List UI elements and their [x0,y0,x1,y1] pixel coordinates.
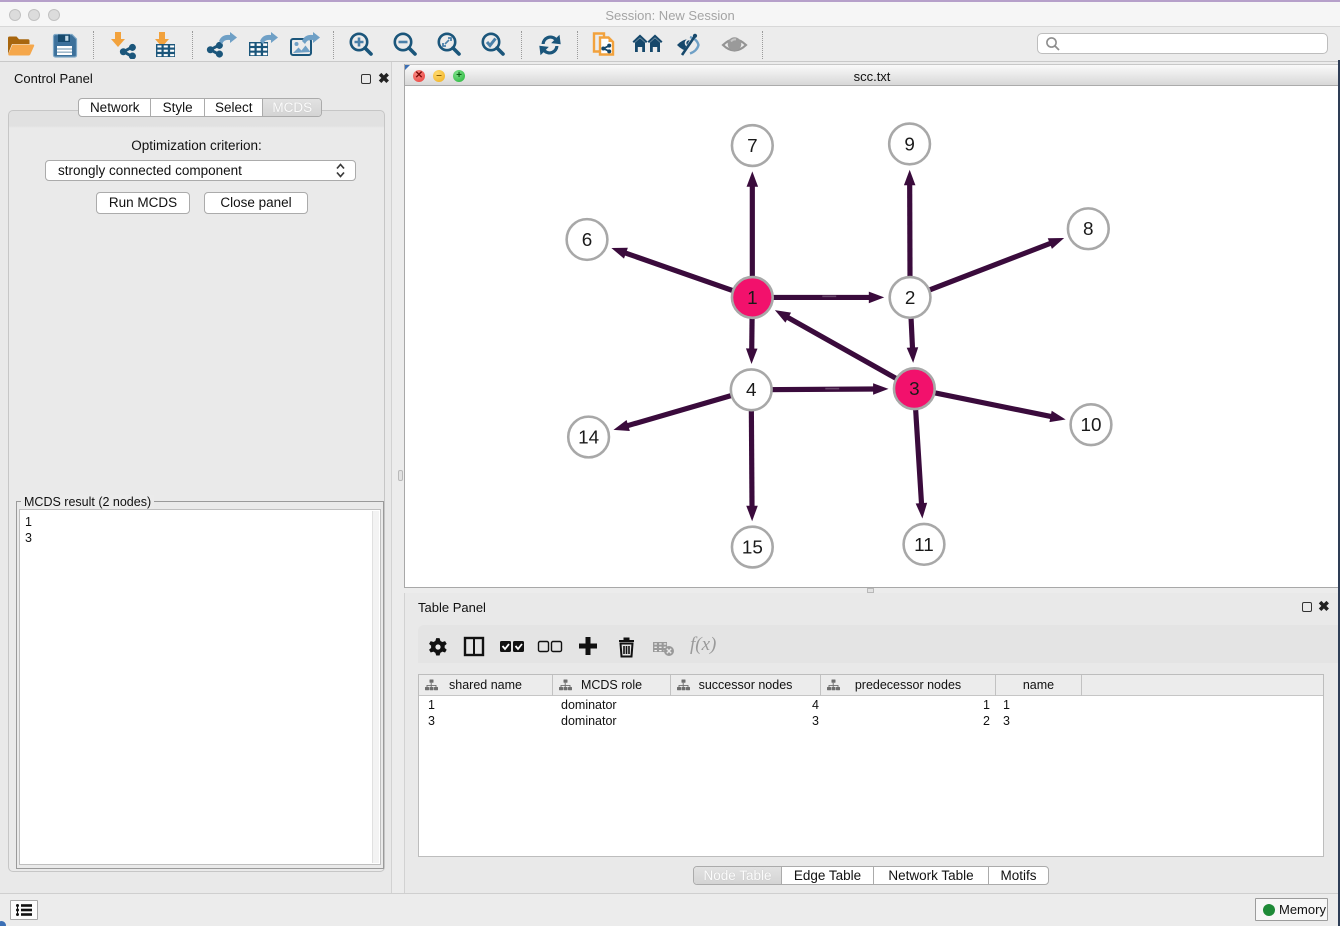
svg-text:4: 4 [746,380,756,401]
svg-text:6: 6 [582,230,593,251]
svg-text:1: 1 [747,288,758,309]
svg-text:3: 3 [909,379,919,400]
svg-text:15: 15 [742,538,763,559]
svg-text:10: 10 [1080,415,1101,436]
svg-text:7: 7 [747,136,758,157]
svg-text:9: 9 [904,134,914,155]
svg-text:8: 8 [1083,219,1094,240]
svg-text:2: 2 [905,288,916,309]
svg-text:14: 14 [578,427,599,448]
svg-text:11: 11 [914,535,934,556]
